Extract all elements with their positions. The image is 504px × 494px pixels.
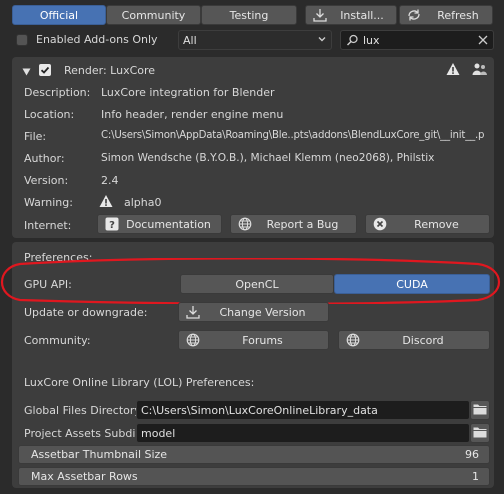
download-icon: [185, 304, 201, 320]
category-dropdown[interactable]: All: [178, 30, 332, 50]
addon-panel: [12, 57, 494, 238]
annotation-ellipse: [1, 258, 501, 304]
global-dir-browse-button[interactable]: [470, 400, 490, 420]
install-button[interactable]: Install...: [305, 5, 397, 25]
lol-heading: LuxCore Online Library (LOL) Preferences…: [24, 376, 255, 389]
version-label: Version:: [24, 174, 69, 187]
assetbar-thumbnail-size-value: 96: [465, 448, 479, 461]
search-input[interactable]: lux: [340, 30, 494, 50]
svg-text:?: ?: [109, 220, 115, 231]
warning-value: alpha0: [124, 196, 162, 209]
tab-community[interactable]: Community: [106, 5, 201, 25]
max-assetbar-rows-field[interactable]: Max Assetbar Rows 1: [18, 467, 490, 486]
install-label: Install...: [340, 8, 384, 22]
description-value: LuxCore integration for Blender: [101, 86, 275, 99]
warning-row-icon: [99, 194, 113, 211]
report-bug-label: Report a Bug: [266, 217, 339, 231]
folder-icon: [473, 426, 487, 441]
community-label: Community:: [24, 334, 91, 347]
addon-enabled-checkbox[interactable]: [39, 64, 51, 76]
help-icon: ?: [104, 216, 120, 232]
max-assetbar-rows-label: Max Assetbar Rows: [31, 470, 138, 483]
project-assets-input[interactable]: model: [136, 423, 470, 443]
version-value: 2.4: [101, 174, 119, 187]
addon-title: Render: LuxCore: [64, 64, 156, 77]
project-assets-value: model: [141, 426, 176, 440]
global-dir-input[interactable]: C:\Users\Simon\LuxCoreOnlineLibrary_data: [136, 400, 470, 420]
download-icon: [312, 7, 328, 23]
community-icon: [472, 62, 488, 79]
file-label: File:: [24, 130, 47, 143]
documentation-label: Documentation: [126, 217, 211, 231]
refresh-icon: [406, 7, 422, 23]
author-label: Author:: [24, 152, 65, 165]
clear-search-icon[interactable]: [478, 35, 488, 48]
globe-icon: [237, 216, 253, 232]
change-version-button[interactable]: Change Version: [178, 302, 329, 322]
discord-label: Discord: [402, 333, 444, 347]
location-label: Location:: [24, 108, 75, 121]
documentation-button[interactable]: ? Documentation: [97, 214, 222, 234]
remove-button[interactable]: Remove: [365, 214, 490, 234]
assetbar-thumbnail-size-label: Assetbar Thumbnail Size: [31, 448, 168, 461]
global-dir-value: C:\Users\Simon\LuxCoreOnlineLibrary_data: [141, 403, 378, 417]
remove-label: Remove: [414, 217, 459, 231]
tab-official[interactable]: Official: [12, 5, 106, 25]
file-value: C:\Users\Simon\AppData\Roaming\Ble..pts\…: [101, 130, 485, 141]
internet-label: Internet:: [24, 219, 72, 232]
remove-icon: [372, 216, 388, 232]
location-value: Info header, render engine menu: [101, 108, 284, 121]
description-label: Description:: [24, 86, 91, 99]
update-label: Update or downgrade:: [24, 306, 148, 319]
refresh-button[interactable]: Refresh: [399, 5, 493, 25]
project-assets-label: Project Assets Subdi...: [24, 427, 146, 440]
warning-icon: [446, 62, 460, 79]
tab-official-label: Official: [39, 8, 79, 22]
max-assetbar-rows-value: 1: [472, 470, 479, 483]
refresh-label: Refresh: [437, 8, 479, 22]
tab-testing[interactable]: Testing: [201, 5, 297, 25]
chevron-down-icon: [317, 34, 327, 47]
globe-icon: [185, 332, 201, 348]
assetbar-thumbnail-size-field[interactable]: Assetbar Thumbnail Size 96: [18, 445, 490, 464]
enabled-only-checkbox[interactable]: [16, 34, 28, 46]
forums-button[interactable]: Forums: [178, 330, 329, 350]
discord-button[interactable]: Discord: [338, 330, 490, 350]
enabled-only-label: Enabled Add-ons Only: [36, 33, 158, 46]
project-assets-browse-button[interactable]: [470, 423, 490, 443]
forums-label: Forums: [242, 333, 283, 347]
folder-icon: [473, 403, 487, 418]
tab-testing-label: Testing: [229, 8, 269, 22]
global-dir-label: Global Files Directory:: [24, 404, 144, 417]
warning-label: Warning:: [24, 196, 73, 209]
category-value: All: [183, 33, 197, 47]
collapse-arrow-icon[interactable]: [22, 66, 31, 79]
search-icon: [346, 34, 359, 49]
author-value: Simon Wendsche (B.Y.O.B.), Michael Klemm…: [101, 152, 435, 164]
change-version-label: Change Version: [219, 305, 306, 319]
search-value: lux: [363, 33, 380, 47]
globe-icon: [345, 332, 361, 348]
report-bug-button[interactable]: Report a Bug: [230, 214, 357, 234]
tab-community-label: Community: [121, 8, 186, 22]
